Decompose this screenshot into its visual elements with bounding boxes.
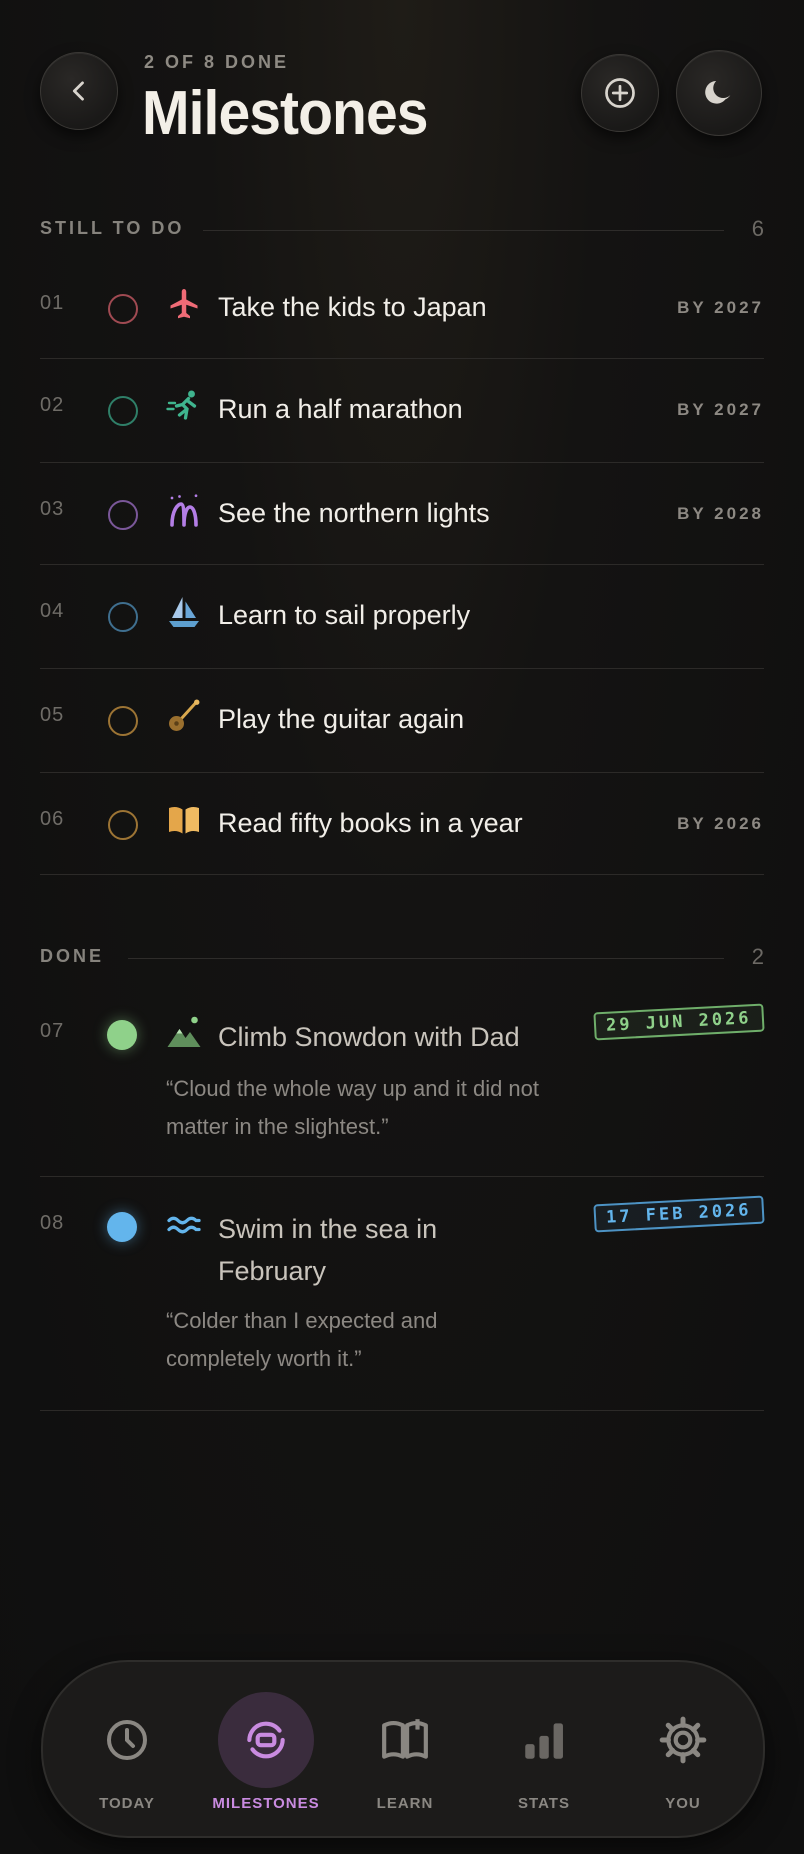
checkbox[interactable]: [108, 396, 138, 426]
milestone-number: 03: [40, 498, 65, 520]
milestone-title: Take the kids to Japan: [218, 292, 487, 322]
mountain-icon: [167, 1016, 201, 1047]
waves-icon: [167, 1216, 201, 1234]
milestone-number: 07: [40, 1020, 65, 1042]
tab-label: TODAY: [99, 1795, 155, 1812]
milestone-title: Learn to sail properly: [218, 600, 471, 630]
divider: [203, 230, 724, 231]
milestone-number: 02: [40, 394, 65, 416]
target-year: BY 2028: [677, 504, 764, 523]
checkbox[interactable]: [108, 706, 138, 736]
completed-milestone-row[interactable]: 07 Climb Snowdon with Dad 29 JUN 2026 “C…: [40, 990, 765, 1177]
tab-label: LEARN: [376, 1795, 434, 1812]
bar-chart-icon: [525, 1723, 563, 1759]
completed-milestone-row[interactable]: 08 Swim in the sea in February 17 FEB 20…: [40, 1176, 765, 1411]
milestone-row[interactable]: 01 Take the kids to Japan BY 2027: [40, 260, 764, 359]
milestone-number: 04: [40, 600, 65, 622]
milestone-number: 06: [40, 808, 65, 830]
milestone-row[interactable]: 04 Learn to sail properly: [40, 564, 764, 669]
section-label: DONE: [40, 946, 105, 966]
milestone-number: 08: [40, 1212, 65, 1234]
nav-icon-wrap: [496, 1692, 592, 1788]
milestone-number: 05: [40, 704, 65, 726]
nav-icon-wrap: [635, 1692, 731, 1788]
plus-circle-icon: [605, 78, 635, 108]
completion-date-stamp: 29 JUN 2026: [593, 1003, 765, 1041]
back-button[interactable]: [40, 52, 118, 130]
gear-icon: [659, 1716, 707, 1764]
checkbox[interactable]: [108, 602, 138, 632]
chevron-left-icon: [72, 81, 84, 101]
add-milestone-button[interactable]: [581, 54, 659, 132]
tab-stats[interactable]: STATS: [474, 1662, 614, 1836]
tab-learn[interactable]: LEARN: [335, 1662, 475, 1836]
completed-checkbox[interactable]: [107, 1212, 137, 1242]
completion-date-stamp: 17 FEB 2026: [593, 1195, 765, 1233]
book-open-icon: [382, 1719, 428, 1759]
checkbox[interactable]: [108, 810, 138, 840]
section-count: 2: [751, 944, 764, 969]
milestone-note: “Colder than I expected and completely w…: [166, 1308, 438, 1371]
target-year: BY 2027: [677, 400, 764, 419]
tab-label: STATS: [518, 1795, 570, 1812]
divider: [128, 958, 724, 959]
target-year: BY 2026: [677, 814, 764, 833]
checkbox[interactable]: [108, 500, 138, 530]
nav-icon-wrap: [218, 1692, 314, 1788]
airplane-icon: [170, 289, 198, 319]
milestone-note: “Cloud the whole way up and it did not m…: [166, 1076, 540, 1139]
tab-label: YOU: [665, 1795, 701, 1812]
sailboat-icon: [169, 597, 199, 627]
tab-you[interactable]: YOU: [613, 1662, 753, 1836]
milestone-row[interactable]: 02 Run a half marathon BY 2027: [40, 358, 764, 463]
milestone-title: See the northern lights: [218, 498, 490, 528]
checkbox[interactable]: [108, 294, 138, 324]
nav-icon-wrap: [357, 1692, 453, 1788]
milestones-icon: [247, 1721, 285, 1759]
milestone-row[interactable]: 05 Play the guitar again: [40, 668, 764, 773]
milestone-title: Swim in the sea in February: [218, 1214, 438, 1286]
aurora-icon: [170, 494, 198, 527]
tab-label: MILESTONES: [212, 1795, 320, 1812]
header: 2 OF 8 DONE Milestones: [40, 50, 764, 150]
guitar-icon: [169, 699, 200, 731]
bottom-tab-bar: TODAY MILESTONES LEARN STATS YOU: [41, 1660, 765, 1838]
milestone-row[interactable]: 06 Read fifty books in a year BY 2026: [40, 772, 764, 875]
milestone-number: 01: [40, 292, 65, 314]
completed-checkbox[interactable]: [107, 1020, 137, 1050]
milestone-title: Climb Snowdon with Dad: [218, 1022, 520, 1052]
milestone-title: Play the guitar again: [218, 704, 465, 734]
theme-toggle-button[interactable]: [676, 50, 762, 136]
runner-icon: [166, 390, 197, 420]
done-section-header: DONE 2: [40, 944, 764, 974]
section-label: STILL TO DO: [40, 218, 185, 238]
tab-today[interactable]: TODAY: [57, 1662, 197, 1836]
nav-icon-wrap: [79, 1692, 175, 1788]
milestone-row[interactable]: 03 See the northern lights BY 2028: [40, 462, 764, 565]
tab-milestones[interactable]: MILESTONES: [196, 1662, 336, 1836]
book-icon: [169, 807, 199, 834]
section-count: 6: [751, 216, 764, 241]
moon-icon: [705, 80, 731, 104]
milestone-title: Read fifty books in a year: [218, 808, 523, 838]
milestone-title: Run a half marathon: [218, 394, 463, 424]
target-year: BY 2027: [677, 298, 764, 317]
progress-label: 2 OF 8 DONE: [144, 52, 290, 72]
todo-section-header: STILL TO DO 6: [40, 216, 764, 246]
clock-icon: [107, 1720, 147, 1760]
page-title: Milestones: [142, 79, 429, 148]
